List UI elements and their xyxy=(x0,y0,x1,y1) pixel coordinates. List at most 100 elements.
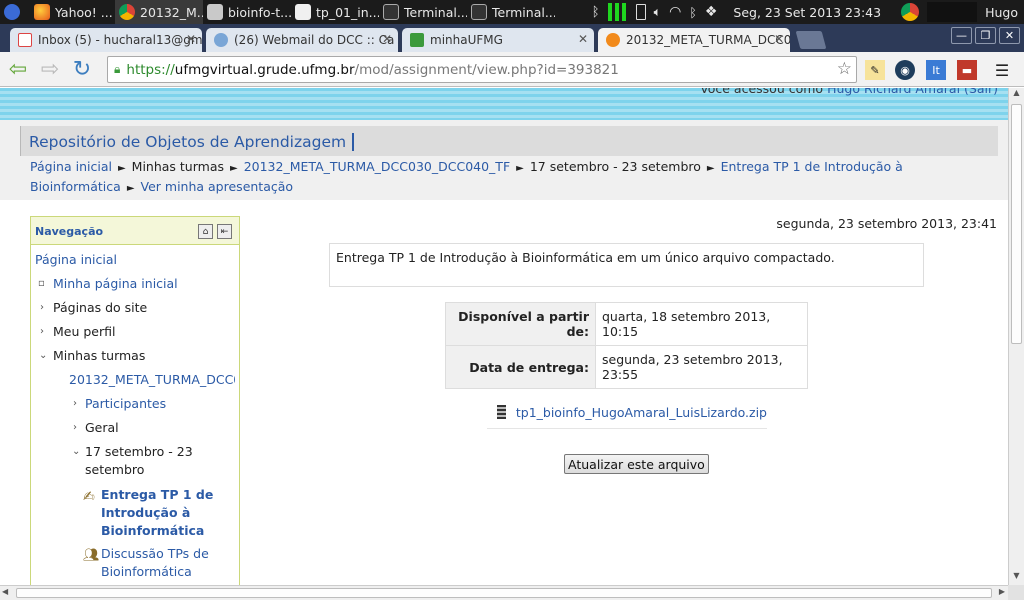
table-row: Data de entrega: segunda, 23 setembro 20… xyxy=(445,345,808,389)
battery-icon[interactable] xyxy=(635,4,646,20)
taskbar-app-files[interactable]: bioinfo-t... xyxy=(203,0,291,24)
forward-button[interactable]: ⇨ xyxy=(36,55,64,83)
reload-button[interactable]: ↻ xyxy=(68,55,96,83)
available-from-value: quarta, 18 setembro 2013, 10:15 xyxy=(595,302,808,346)
back-button[interactable]: ⇦ xyxy=(4,55,32,83)
chrome-tray-icon[interactable] xyxy=(901,3,920,21)
address-bar[interactable]: 🔒︎ https:// ufmgvirtual.grude.ufmg.br /m… xyxy=(107,56,857,83)
scrollbar-corner xyxy=(1008,585,1024,600)
scroll-up-arrow-icon[interactable]: ▲ xyxy=(1009,88,1024,102)
site-title[interactable]: Repositório de Objetos de Aprendizagem xyxy=(29,133,355,151)
tray-placeholder xyxy=(927,2,978,22)
user-name[interactable]: Hugo xyxy=(985,5,1018,20)
bluetooth-icon[interactable]: ᛒ xyxy=(592,5,600,20)
bookmark-star-icon[interactable]: ☆ xyxy=(837,59,852,79)
dates-table: Disponível a partir de: quarta, 18 setem… xyxy=(445,302,808,389)
terminal-icon xyxy=(471,4,487,20)
horizontal-scrollbar[interactable]: ◀ ▶ xyxy=(0,585,1008,600)
minimize-icon[interactable]: — xyxy=(951,27,972,44)
new-tab-button[interactable] xyxy=(795,31,827,49)
close-tab-icon[interactable]: ✕ xyxy=(186,32,196,46)
chevron-down-icon: ⌄ xyxy=(39,350,48,361)
chevron-right-icon: › xyxy=(40,326,44,337)
nav-item-my-profile[interactable]: › Meu perfil xyxy=(40,323,115,341)
close-tab-icon[interactable]: ✕ xyxy=(382,32,392,46)
chevron-right-icon: › xyxy=(40,302,44,313)
taskbar-app-terminal-1[interactable]: Terminal... xyxy=(379,0,467,24)
tab-gmail[interactable]: Inbox (5) - hucharal13@gm ✕ xyxy=(10,28,202,52)
tab-minhaufmg[interactable]: minhaUFMG ✕ xyxy=(402,28,594,52)
cpu-monitor-icon[interactable] xyxy=(607,3,628,21)
available-from-label: Disponível a partir de: xyxy=(445,302,596,346)
tab-webmail[interactable]: (26) Webmail do DCC :: Ca ✕ xyxy=(206,28,398,52)
browser-tabstrip: Inbox (5) - hucharal13@gm ✕ (26) Webmail… xyxy=(0,24,1024,52)
dock-block-icon[interactable]: ⌂ xyxy=(198,224,213,239)
notes-extension-icon[interactable]: ✎ xyxy=(865,60,885,80)
nav-item-site-pages[interactable]: › Páginas do site xyxy=(40,299,147,317)
close-window-icon[interactable]: ✕ xyxy=(999,27,1020,44)
move-block-icon[interactable]: ⇤ xyxy=(217,224,232,239)
update-file-button[interactable]: Atualizar este arquivo xyxy=(564,454,709,474)
nav-item-forum[interactable]: 👥︎ Discussão TPs de Bioinformática xyxy=(83,545,209,581)
vertical-scroll-thumb[interactable] xyxy=(1011,104,1022,344)
translate-extension-icon[interactable]: It xyxy=(926,60,946,80)
nav-item-course[interactable]: ⌄ 20132_META_TURMA_DCC030_DCC040_TF xyxy=(69,371,235,389)
navigation-block: Navegação ⌂ ⇤ Página inicial ▫ Minha pág… xyxy=(30,216,240,585)
lock-icon: 🔒︎ xyxy=(114,62,121,76)
breadcrumb-my-courses: Minhas turmas xyxy=(131,159,224,174)
dropbox-icon[interactable]: ❖ xyxy=(705,4,718,20)
url-path: /mod/assignment/view.php?id=393821 xyxy=(354,61,619,78)
taskbar-app-terminal-2[interactable]: Terminal... xyxy=(467,0,555,24)
moodle-icon xyxy=(606,33,620,47)
archive-file-icon xyxy=(497,405,506,419)
menu-icon[interactable]: ☰ xyxy=(992,60,1012,80)
folder-icon xyxy=(207,4,223,20)
document-icon xyxy=(295,4,311,20)
submitted-file-link[interactable]: tp1_bioinfo_HugoAmaral_LuisLizardo.zip xyxy=(516,405,767,420)
scroll-right-arrow-icon[interactable]: ▶ xyxy=(999,587,1005,596)
system-menu-icon[interactable] xyxy=(0,0,30,24)
bookmark-extension-icon[interactable]: ▬ xyxy=(957,60,977,80)
current-datetime: segunda, 23 setembro 2013, 23:41 xyxy=(776,216,997,231)
navigation-block-title: Navegação xyxy=(35,225,104,238)
globe-extension-icon[interactable]: ◉ xyxy=(895,60,915,80)
bluetooth-tray-icon[interactable]: ᛒ xyxy=(689,5,697,20)
nav-item-my-home[interactable]: ▫ Minha página inicial xyxy=(38,275,178,293)
maximize-icon[interactable]: ❐ xyxy=(975,27,996,44)
clock[interactable]: Seg, 23 Set 2013 23:43 xyxy=(733,5,881,20)
nav-item-home[interactable]: Página inicial xyxy=(35,251,117,269)
header-stripe: Você acessou como Hugo Richard Amaral (S… xyxy=(0,88,1008,120)
scroll-left-arrow-icon[interactable]: ◀ xyxy=(2,587,8,596)
taskbar-app-document[interactable]: tp_01_in... xyxy=(291,0,379,24)
url-scheme: https:// xyxy=(126,61,175,78)
volume-icon[interactable]: 🔈︎ xyxy=(654,4,662,20)
taskbar-app-chrome[interactable]: 20132_M... xyxy=(115,0,203,24)
wifi-icon[interactable]: ◠ xyxy=(669,4,681,20)
breadcrumb-course[interactable]: 20132_META_TURMA_DCC030_DCC040_TF xyxy=(244,159,510,174)
nav-item-week[interactable]: ⌄ 17 setembro - 23 setembro xyxy=(72,443,193,479)
user-profile-link[interactable]: Hugo Richard Amaral xyxy=(827,88,960,96)
breadcrumb-home[interactable]: Página inicial xyxy=(30,159,112,174)
gmail-icon xyxy=(18,33,32,47)
close-tab-icon[interactable]: ✕ xyxy=(774,32,784,46)
assignment-icon: ✍ xyxy=(83,489,95,505)
close-tab-icon[interactable]: ✕ xyxy=(578,32,588,46)
nav-item-general[interactable]: › Geral xyxy=(73,419,119,437)
tab-moodle-active[interactable]: 20132_META_TURMA_DCC0 ✕ xyxy=(598,28,790,52)
taskbar-app-yahoo[interactable]: Yahoo! ... xyxy=(30,0,115,24)
navigation-block-header: Navegação ⌂ ⇤ xyxy=(31,217,239,245)
logout-link[interactable]: (Sair) xyxy=(964,88,998,96)
breadcrumb-view-submission[interactable]: Ver minha apresentação xyxy=(141,179,294,194)
scroll-down-arrow-icon[interactable]: ▼ xyxy=(1009,571,1024,585)
chrome-icon xyxy=(119,4,135,20)
breadcrumb-separator: ► xyxy=(706,163,715,174)
due-date-value: segunda, 23 setembro 2013, 23:55 xyxy=(595,345,808,389)
horizontal-scroll-thumb[interactable] xyxy=(16,588,992,598)
url-host: ufmgvirtual.grude.ufmg.br xyxy=(174,61,355,78)
vertical-scrollbar[interactable]: ▲ ▼ xyxy=(1008,88,1024,585)
nav-item-assignment-current[interactable]: ✍ Entrega TP 1 de Introdução à Bioinform… xyxy=(83,486,213,540)
os-taskbar: Yahoo! ... 20132_M... bioinfo-t... tp_01… xyxy=(0,0,1024,24)
nav-item-my-courses[interactable]: ⌄ Minhas turmas xyxy=(39,347,145,365)
nav-item-participants[interactable]: › Participantes xyxy=(73,395,166,413)
breadcrumb-separator: ► xyxy=(117,163,126,174)
